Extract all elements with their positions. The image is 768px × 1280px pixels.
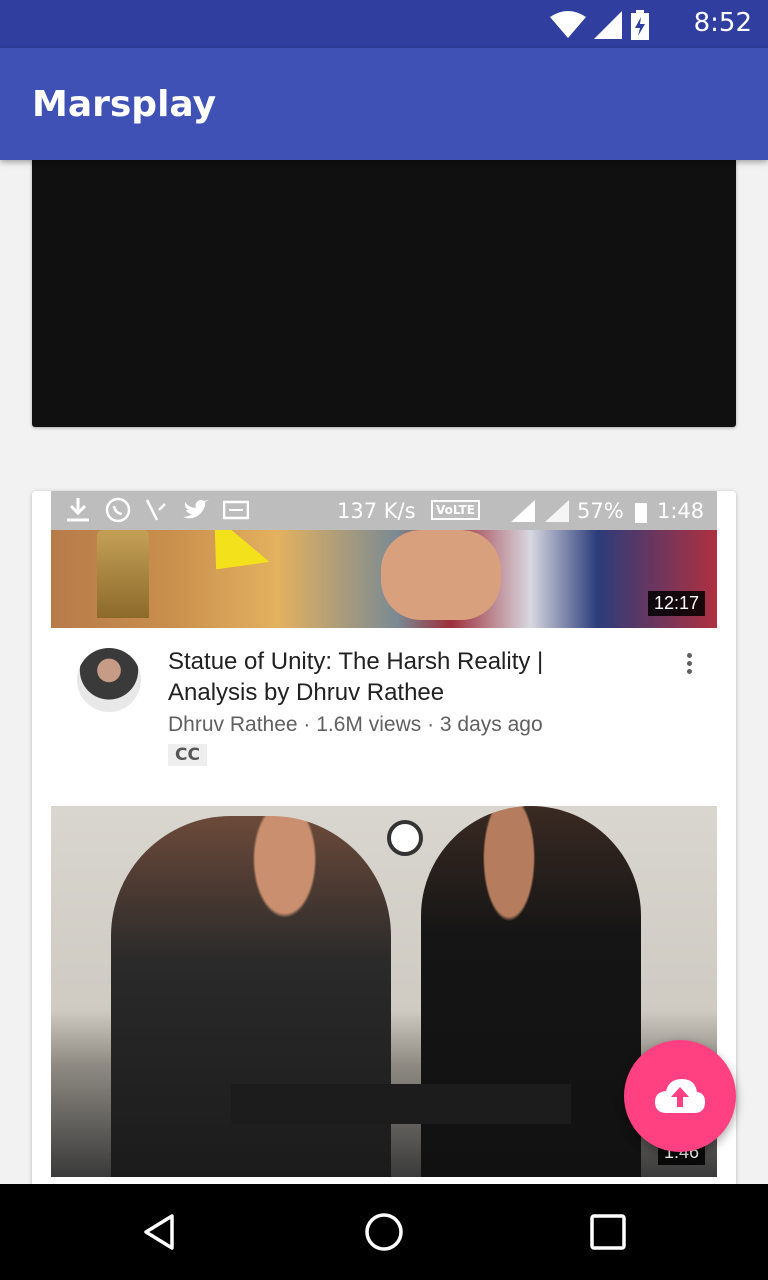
channel-avatar[interactable] <box>77 648 141 712</box>
video-thumbnail[interactable]: 12:17 <box>51 530 717 628</box>
home-icon[interactable] <box>364 1212 404 1252</box>
back-icon[interactable] <box>140 1212 180 1252</box>
clock-image <box>387 820 423 856</box>
recents-icon[interactable] <box>588 1212 628 1252</box>
cell-signal-4g-icon <box>545 500 569 522</box>
video-duration: 12:17 <box>647 591 705 616</box>
statue-image <box>97 530 149 618</box>
app-bar: Marsplay <box>0 48 768 160</box>
hand-image <box>381 530 501 620</box>
video-title[interactable]: Statue of Unity: The Harsh Reality | Ana… <box>168 646 628 708</box>
cell-signal-icon <box>511 500 535 522</box>
twitter-icon <box>183 499 209 519</box>
download-icon <box>67 498 89 522</box>
embedded-time: 1:48 <box>657 499 705 523</box>
navigation-bar <box>0 1184 768 1280</box>
wrestling-table <box>231 1084 571 1124</box>
whatsapp-icon <box>105 497 131 523</box>
missed-call-icon <box>145 499 166 521</box>
feed[interactable]: 137 K/s VoLTE 57% 1:48 12:17 Statue of U… <box>0 160 768 1184</box>
keyboard-icon <box>223 500 249 520</box>
cloud-upload-icon <box>655 1079 705 1113</box>
status-bar: 8:52 <box>0 0 768 48</box>
network-rate: 137 K/s <box>337 499 416 523</box>
cc-badge: CC <box>168 744 207 766</box>
video-subtitle: Dhruv Rathee · 1.6M views · 3 days ago <box>168 713 543 736</box>
video-thumbnail-2[interactable]: 1:46 <box>51 806 717 1177</box>
battery-icon <box>635 503 647 523</box>
battery-charging-icon <box>631 10 649 40</box>
embedded-status-bar: 137 K/s VoLTE 57% 1:48 <box>51 491 717 530</box>
video-player-card[interactable] <box>32 160 736 427</box>
more-options-icon[interactable] <box>679 650 699 680</box>
upload-button[interactable] <box>624 1040 736 1152</box>
app-title: Marsplay <box>32 84 217 125</box>
wifi-icon <box>550 11 586 38</box>
embedded-battery: 57% <box>577 499 624 523</box>
volte-badge: VoLTE <box>431 500 480 520</box>
arrow-graphic <box>188 530 270 593</box>
cell-signal-icon <box>594 11 622 39</box>
status-time: 8:52 <box>693 8 752 38</box>
video-meta[interactable]: Statue of Unity: The Harsh Reality | Ana… <box>51 628 717 806</box>
